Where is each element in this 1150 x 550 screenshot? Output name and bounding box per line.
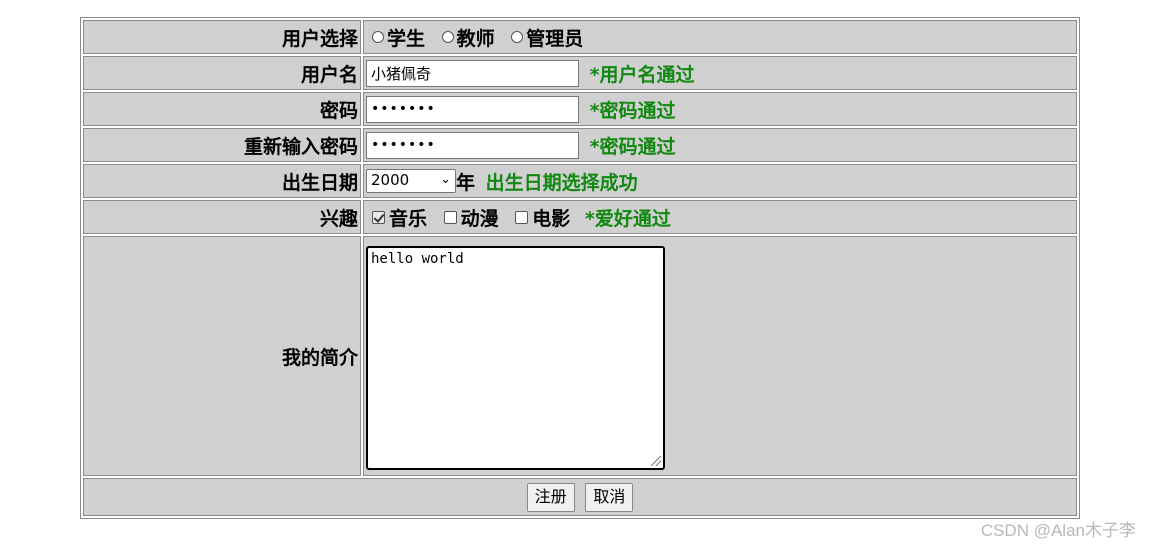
confirm-password-row: 重新输入密码 *密码通过 [83, 128, 1077, 162]
birth-year-select[interactable]: 2000 ⌄ [366, 169, 456, 193]
password-label: 密码 [83, 92, 361, 126]
username-hint: *用户名通过 [589, 63, 695, 86]
hobbies-label: 兴趣 [83, 200, 361, 234]
buttons-row: 注册 取消 [83, 478, 1077, 516]
bio-cell: hello world [363, 236, 1077, 476]
bio-text: hello world [371, 251, 464, 267]
radio-teacher[interactable] [441, 31, 454, 43]
birth-row: 出生日期 2000 ⌄ 年 出生日期选择成功 [83, 164, 1077, 198]
checkbox-movie[interactable] [515, 210, 529, 224]
hobbies-cell: 音乐 动漫 电影 *爱好通过 [363, 200, 1077, 234]
role-options: 学生 教师 管理员 [363, 20, 1077, 54]
password-row: 密码 *密码通过 [83, 92, 1077, 126]
checkbox-anime[interactable] [443, 210, 457, 224]
password-cell: *密码通过 [363, 92, 1077, 126]
username-row: 用户名 *用户名通过 [83, 56, 1077, 90]
password-hint: *密码通过 [589, 99, 676, 122]
password-input[interactable] [366, 95, 579, 123]
username-label: 用户名 [83, 56, 361, 90]
registration-form: 用户选择 学生 教师 管理员 用户名 *用户名通过 密码 *密码通过 重新输入密… [80, 17, 1080, 519]
birth-cell: 2000 ⌄ 年 出生日期选择成功 [363, 164, 1077, 198]
birth-year-suffix: 年 [456, 171, 476, 194]
bio-row: 我的简介 hello world [83, 236, 1077, 476]
hobbies-row: 兴趣 音乐 动漫 电影 *爱好通过 [83, 200, 1077, 234]
register-button[interactable]: 注册 [526, 482, 575, 512]
checkbox-anime-label: 动漫 [460, 207, 499, 230]
confirm-password-cell: *密码通过 [363, 128, 1077, 162]
radio-admin-label: 管理员 [526, 27, 584, 50]
confirm-password-hint: *密码通过 [589, 135, 676, 158]
checkbox-music[interactable] [372, 210, 385, 224]
radio-teacher-label: 教师 [456, 27, 495, 50]
birth-label: 出生日期 [83, 164, 361, 198]
bio-label: 我的简介 [83, 236, 361, 476]
username-cell: *用户名通过 [363, 56, 1077, 90]
resize-grip-icon[interactable] [651, 456, 661, 466]
confirm-password-input[interactable] [366, 131, 579, 159]
radio-student-label: 学生 [387, 27, 426, 50]
bio-textarea[interactable]: hello world [366, 246, 665, 470]
cancel-button[interactable]: 取消 [585, 482, 634, 512]
buttons-cell: 注册 取消 [83, 478, 1077, 516]
checkbox-movie-label: 电影 [532, 207, 571, 230]
role-row: 用户选择 学生 教师 管理员 [83, 20, 1077, 54]
confirm-password-label: 重新输入密码 [83, 128, 361, 162]
birth-year-value: 2000 [371, 171, 410, 189]
radio-admin[interactable] [511, 31, 524, 43]
chevron-down-icon: ⌄ [440, 172, 451, 187]
role-label: 用户选择 [83, 20, 361, 54]
checkbox-music-label: 音乐 [389, 207, 428, 230]
radio-student[interactable] [372, 31, 384, 43]
username-input[interactable] [366, 59, 579, 87]
hobbies-hint: *爱好通过 [584, 207, 671, 230]
birth-hint: 出生日期选择成功 [485, 171, 638, 194]
watermark: CSDN @Alan木子李 [980, 521, 1136, 540]
